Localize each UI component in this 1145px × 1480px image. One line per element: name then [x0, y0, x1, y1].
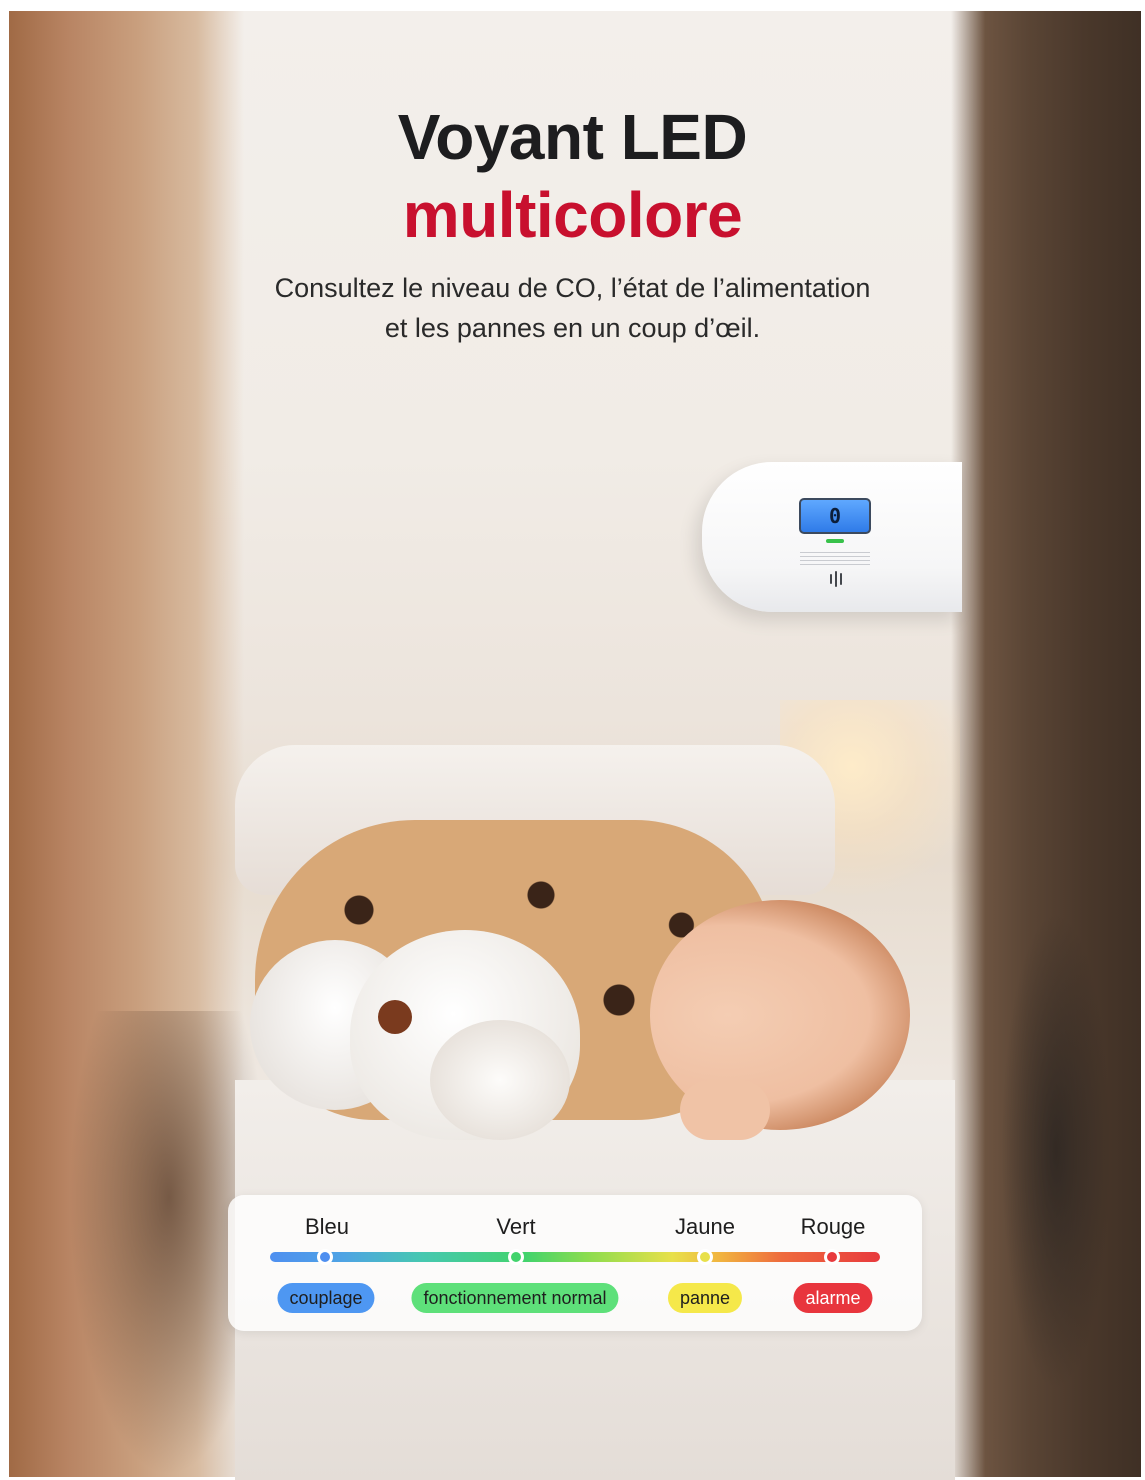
- co-detector-label-text: [800, 552, 870, 566]
- plush-toy-nose: [378, 1000, 412, 1034]
- status-pill-panne: panne: [667, 1283, 743, 1313]
- subtitle-line-1: Consultez le niveau de CO, l’état de l’a…: [274, 273, 871, 303]
- status-pill-alarme: alarme: [793, 1283, 873, 1313]
- plush-toy-ear: [430, 1020, 570, 1140]
- speaker-grille-icon: [826, 570, 846, 588]
- subtitle-line-2: et les pannes en un coup d’œil.: [384, 313, 761, 343]
- co-detector: [702, 462, 962, 612]
- legend-marker-yellow: [697, 1249, 713, 1265]
- legend-marker-blue: [317, 1249, 333, 1265]
- color-gradient-bar: [270, 1252, 880, 1262]
- legend-label-blue: Bleu: [304, 1214, 350, 1239]
- legend-label-red: Rouge: [800, 1214, 866, 1239]
- headline-line-2: multicolore: [402, 179, 743, 251]
- baby-hand: [680, 1080, 770, 1140]
- legend-label-yellow: Jaune: [675, 1214, 735, 1239]
- subtitle: Consultez le niveau de CO, l’état de l’a…: [0, 268, 1145, 348]
- legend-label-green: Vert: [496, 1214, 536, 1239]
- status-led: [826, 539, 844, 543]
- legend-marker-green: [508, 1249, 524, 1265]
- legend-marker-red: [824, 1249, 840, 1265]
- door-handle-right: [1001, 911, 1111, 1391]
- co-detector-display: 0: [799, 498, 871, 534]
- headline-line-1: Voyant LED: [397, 101, 748, 173]
- status-pill-fonctionnement-normal: fonctionnement normal: [411, 1283, 619, 1313]
- status-pill-couplage: couplage: [277, 1283, 375, 1313]
